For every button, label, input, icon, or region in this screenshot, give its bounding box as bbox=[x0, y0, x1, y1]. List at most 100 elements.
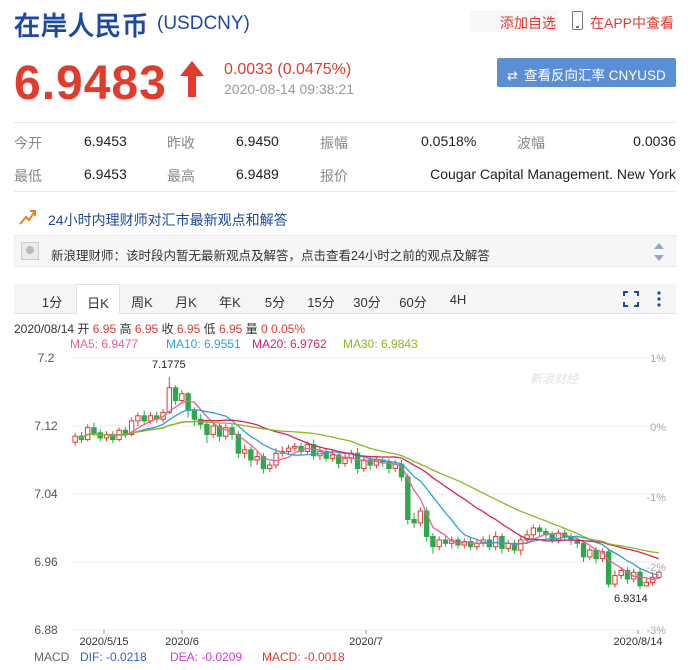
stats-row: 最低 6.9453 最高 6.9489 报价 Cougar Capital Ma… bbox=[14, 166, 676, 194]
stat-value: 0.0518% bbox=[421, 133, 477, 149]
candle-body bbox=[536, 527, 543, 532]
watermark: 新浪财经 bbox=[530, 372, 580, 386]
low-annotation: 6.9314 bbox=[614, 593, 648, 605]
view-in-app-button[interactable]: 在APP中查看 bbox=[568, 11, 675, 33]
more-menu-icon[interactable] bbox=[650, 290, 668, 308]
tab-yearly[interactable]: 年K bbox=[208, 284, 252, 314]
candle-body bbox=[135, 415, 141, 422]
candle-body bbox=[530, 527, 537, 536]
swap-icon: ⇄ bbox=[507, 68, 518, 83]
analyst-views-link[interactable]: 24小时内理财师对汇市最新观点和解答 bbox=[14, 205, 676, 233]
analyst-notice[interactable]: 新浪理财师：该时段内暂无最新观点及解答，点击查看24小时之前的观点及解答 bbox=[14, 235, 676, 267]
y-right-tick-label: 0% bbox=[650, 422, 666, 434]
ohlc-open: 6.95 bbox=[92, 322, 117, 336]
stat-value: 6.9453 bbox=[84, 166, 127, 182]
macd-dif: DIF: -0.0218 bbox=[80, 650, 147, 664]
add-favorite-label: 添加自选 bbox=[500, 15, 556, 31]
high-annotation: 7.1775 bbox=[152, 359, 186, 371]
candle-body bbox=[342, 457, 348, 464]
stat-label: 最高 bbox=[167, 168, 195, 184]
tab-daily[interactable]: 日K bbox=[76, 284, 120, 314]
candle-body bbox=[436, 539, 442, 548]
tab-1min[interactable]: 1分 bbox=[28, 284, 76, 314]
candle-body bbox=[210, 425, 216, 435]
ohlc-pct: 0.05% bbox=[271, 322, 306, 336]
y-right-tick-label: -1% bbox=[646, 492, 666, 504]
candle-body bbox=[643, 581, 650, 587]
header: 在岸人民币 (USDCNY) 添加自选 在APP中查看 bbox=[0, 0, 690, 48]
stat-label: 报价 bbox=[320, 168, 348, 184]
candle-body bbox=[179, 393, 185, 402]
view-in-app-label: 在APP中查看 bbox=[590, 15, 675, 31]
stat-value: Cougar Capital Management. New York bbox=[430, 166, 676, 182]
notice-text: 新浪理财师：该时段内暂无最新观点及解答，点击查看24小时之前的观点及解答 bbox=[51, 249, 490, 263]
ohlc-open-label: 开 bbox=[77, 322, 90, 336]
period-tabs: 1分 日K 周K 月K 年K 5分 15分 30分 60分 4H bbox=[14, 284, 676, 314]
candle-body bbox=[185, 393, 191, 412]
stat-value: 6.9450 bbox=[236, 133, 279, 149]
macd-title: MACD bbox=[34, 650, 70, 664]
candle-body bbox=[254, 456, 260, 461]
tab-monthly[interactable]: 月K bbox=[164, 284, 208, 314]
x-tick-label: 2020/8/14 bbox=[614, 636, 663, 648]
tab-30min[interactable]: 30分 bbox=[344, 284, 390, 314]
ohlc-volume: 0 bbox=[261, 322, 268, 336]
candle-body bbox=[442, 539, 449, 544]
stats-table: 今开 6.9453 昨收 6.9450 振幅 0.0518% 波幅 0.0036… bbox=[14, 122, 676, 192]
candle-body bbox=[518, 539, 524, 551]
candle-body bbox=[637, 571, 643, 587]
add-favorite-button[interactable]: 添加自选 bbox=[470, 10, 558, 32]
x-tick-label: 2020/7 bbox=[349, 636, 383, 648]
trend-arrow-icon bbox=[19, 210, 36, 225]
candle-body bbox=[411, 519, 417, 524]
candle-body bbox=[191, 410, 198, 420]
page-title: 在岸人民币 bbox=[14, 11, 150, 41]
avatar bbox=[21, 242, 39, 260]
y-tick-label: 7.12 bbox=[34, 419, 58, 433]
y-tick-label: 7.2 bbox=[38, 351, 55, 365]
candle-body bbox=[580, 542, 587, 558]
phone-icon bbox=[572, 11, 583, 30]
stat-label: 波幅 bbox=[517, 135, 545, 151]
tab-15min[interactable]: 15分 bbox=[298, 284, 344, 314]
ohlc-high: 6.95 bbox=[134, 322, 159, 336]
quote-panel: 6.9483 0.0033 (0.0475%) 2020-08-14 09:38… bbox=[0, 48, 690, 118]
candle-body bbox=[141, 415, 147, 422]
quote-time: 2020-08-14 09:38:21 bbox=[224, 81, 354, 97]
up-arrow-icon bbox=[180, 61, 204, 97]
candle-body bbox=[166, 387, 172, 413]
reverse-rate-button[interactable]: ⇄ 查看反向汇率 CNYUSD bbox=[497, 58, 676, 87]
scroll-arrows-icon[interactable] bbox=[653, 241, 665, 263]
stat-value: 0.0036 bbox=[633, 133, 676, 149]
macd-value: MACD: -0.0018 bbox=[262, 650, 345, 664]
current-price: 6.9483 bbox=[14, 57, 167, 110]
reverse-rate-label: 查看反向汇率 CNYUSD bbox=[524, 68, 666, 83]
ma10-line bbox=[74, 408, 660, 576]
candle-body bbox=[405, 476, 411, 520]
y-tick-label: 6.96 bbox=[34, 555, 58, 569]
candle-body bbox=[84, 427, 91, 441]
candle-body bbox=[329, 454, 336, 459]
price-change: 0.0033 (0.0475%) bbox=[224, 61, 352, 78]
candle-body bbox=[417, 510, 424, 524]
candle-body bbox=[430, 536, 436, 548]
kline-chart[interactable]: 7.27.127.046.966.881%0%-1%-2%-3%新浪财经7.17… bbox=[0, 345, 690, 663]
tab-4h[interactable]: 4H bbox=[436, 284, 480, 314]
analyst-views-title: 24小时内理财师对汇市最新观点和解答 bbox=[48, 212, 288, 228]
symbol-label: (USDCNY) bbox=[157, 13, 250, 34]
candle-body bbox=[204, 423, 210, 435]
tab-60min[interactable]: 60分 bbox=[390, 284, 436, 314]
tab-5min[interactable]: 5分 bbox=[252, 284, 298, 314]
candle-body bbox=[618, 570, 624, 577]
candle-body bbox=[292, 445, 298, 449]
fullscreen-icon[interactable] bbox=[622, 290, 640, 308]
ohlc-low: 6.95 bbox=[218, 322, 243, 336]
stat-label: 最低 bbox=[14, 168, 42, 184]
tab-weekly[interactable]: 周K bbox=[120, 284, 164, 314]
ohlc-volume-label: 量 bbox=[245, 322, 258, 336]
macd-readout: MACD DIF: -0.0218 DEA: -0.0209 MACD: -0.… bbox=[0, 650, 690, 670]
candle-body bbox=[267, 464, 273, 470]
candle-body bbox=[248, 449, 254, 461]
candle-body bbox=[273, 452, 279, 466]
x-tick-label: 2020/5/15 bbox=[80, 636, 129, 648]
